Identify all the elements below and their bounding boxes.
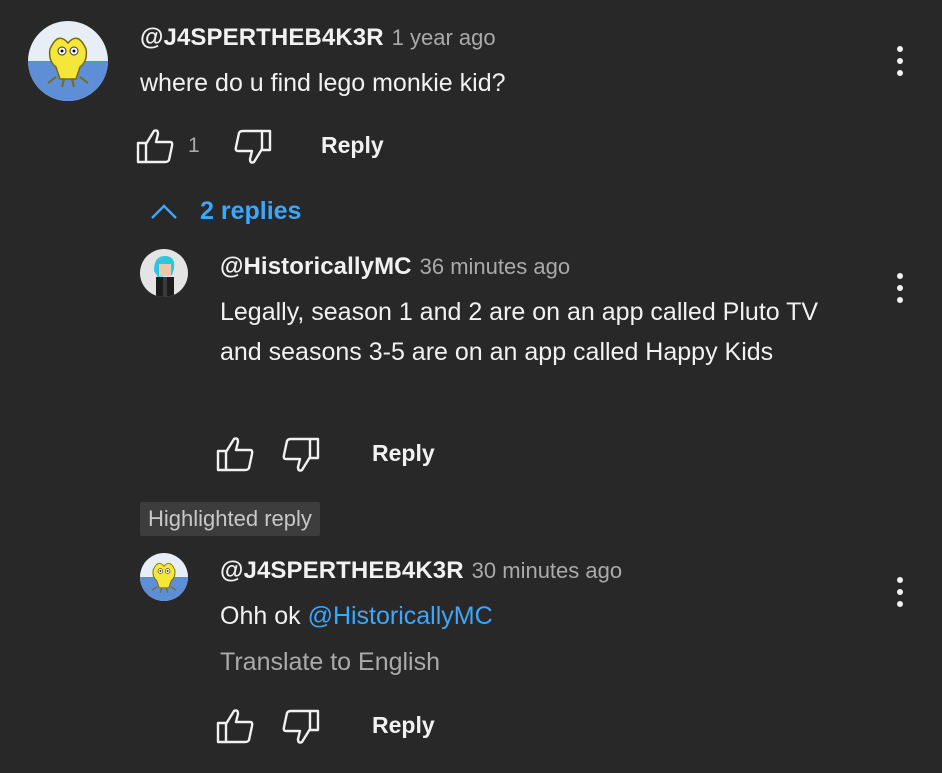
reply2-more-button[interactable] (890, 572, 910, 612)
thumbs-down-icon (282, 437, 320, 472)
reply2-time[interactable]: 30 minutes ago (472, 558, 622, 583)
thumbs-up-icon (136, 129, 174, 164)
thumbs-down-icon (234, 129, 272, 164)
translate-button[interactable]: Translate to English (220, 648, 440, 677)
comment-text: where do u find lego monkie kid? (140, 69, 506, 97)
replies-toggle-label: 2 replies (200, 197, 302, 225)
reply2-like-button[interactable] (216, 707, 256, 745)
thumbs-down-icon (282, 709, 320, 744)
reply1-text: Legally, season 1 and 2 are on an app ca… (220, 298, 819, 366)
reply1-more-button[interactable] (890, 268, 910, 308)
comment-header: @J4SPERTHEB4K3R 1 year ago (140, 24, 496, 52)
reply1-time[interactable]: 36 minutes ago (420, 254, 570, 279)
thumbs-up-icon (216, 709, 254, 744)
reply2-text-prefix: Ohh ok (220, 602, 308, 630)
like-button[interactable] (136, 127, 176, 165)
reply1-avatar[interactable] (140, 249, 188, 297)
chevron-up-icon (151, 203, 177, 219)
reply-button[interactable]: Reply (321, 132, 384, 159)
comment-author[interactable]: @J4SPERTHEB4K3R (140, 24, 384, 51)
reply1-reply-button[interactable]: Reply (372, 440, 435, 467)
reply1-header: @HistoricallyMC 36 minutes ago (220, 253, 570, 281)
reply2-avatar[interactable] (140, 553, 188, 601)
replies-toggle[interactable]: 2 replies (150, 197, 301, 226)
reply1-like-button[interactable] (216, 435, 256, 473)
reply1-dislike-button[interactable] (280, 436, 320, 474)
like-count: 1 (188, 134, 200, 157)
reply2-reply-button[interactable]: Reply (372, 712, 435, 739)
reply2-dislike-button[interactable] (280, 708, 320, 746)
reply2-mention-link[interactable]: @HistoricallyMC (308, 602, 493, 630)
comment-time[interactable]: 1 year ago (392, 25, 496, 50)
reply1-author[interactable]: @HistoricallyMC (220, 253, 412, 280)
reply2-header: @J4SPERTHEB4K3R 30 minutes ago (220, 557, 622, 585)
commenter-avatar[interactable] (28, 21, 108, 101)
thumbs-up-icon (216, 437, 254, 472)
reply2-author[interactable]: @J4SPERTHEB4K3R (220, 557, 464, 584)
reply2-text: Ohh ok @HistoricallyMC (220, 596, 493, 636)
dislike-button[interactable] (232, 128, 272, 166)
comment-more-button[interactable] (890, 41, 910, 81)
highlighted-reply-badge: Highlighted reply (140, 502, 320, 536)
